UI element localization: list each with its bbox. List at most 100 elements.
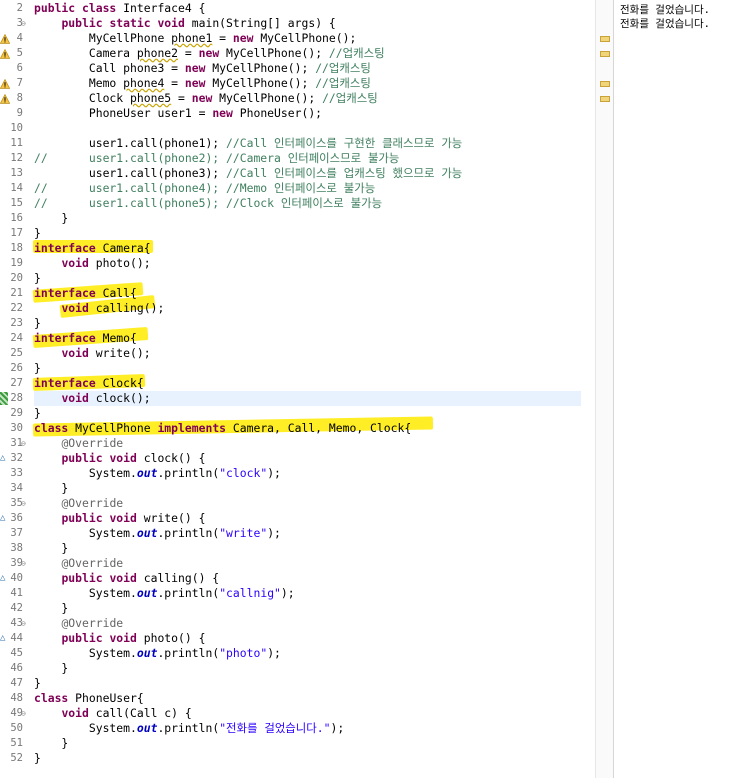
line-number: 9 bbox=[16, 107, 23, 119]
code-line[interactable]: public class Interface4 { bbox=[34, 1, 205, 16]
override-marker-icon[interactable]: △ bbox=[0, 631, 5, 646]
code-editor[interactable]: 2 3 ⊖ 4 5 6 7 8 9 10 11 12 13 14 15 16 17 18 19 20 21 22 23 24 2… bbox=[0, 0, 612, 778]
code-line[interactable]: public static void main(String[] args) { bbox=[34, 16, 335, 31]
code-line[interactable]: public void photo() { bbox=[34, 631, 205, 646]
line-number: 52 bbox=[10, 752, 23, 764]
code-line[interactable]: MyCellPhone phone1 = new MyCellPhone(); bbox=[34, 31, 356, 46]
line-number: 35 bbox=[10, 497, 23, 509]
line-number: 12 bbox=[10, 152, 23, 164]
line-number: 16 bbox=[10, 212, 23, 224]
code-line[interactable]: } bbox=[34, 406, 41, 421]
line-number: 42 bbox=[10, 602, 23, 614]
line-number: 38 bbox=[10, 542, 23, 554]
code-line[interactable]: void calling(); bbox=[34, 301, 164, 316]
code-line[interactable]: // user1.call(phone2); //Camera 인터페이스므로 … bbox=[34, 151, 399, 166]
code-line[interactable]: System.out.println("clock"); bbox=[34, 466, 281, 481]
code-line[interactable]: void call(Call c) { bbox=[34, 706, 191, 721]
line-number: 6 bbox=[16, 62, 23, 74]
line-number: 33 bbox=[10, 467, 23, 479]
code-line[interactable]: System.out.println("photo"); bbox=[34, 646, 281, 661]
warning-ruler-mark[interactable] bbox=[600, 51, 610, 57]
code-line[interactable]: Call phone3 = new MyCellPhone(); //업캐스팅 bbox=[34, 61, 371, 76]
line-number: 23 bbox=[10, 317, 23, 329]
code-line[interactable]: public void write() { bbox=[34, 511, 205, 526]
code-line[interactable]: interface Camera{ bbox=[34, 241, 151, 256]
line-number: 49 bbox=[10, 707, 23, 719]
console-output-line: 전화를 걸었습니다. bbox=[620, 18, 710, 30]
code-line[interactable]: } bbox=[34, 541, 68, 556]
fold-collapse-icon[interactable]: ⊖ bbox=[21, 16, 29, 31]
override-marker-icon[interactable]: △ bbox=[0, 571, 5, 586]
line-number: 41 bbox=[10, 587, 23, 599]
code-line[interactable]: void write(); bbox=[34, 346, 150, 361]
line-number: 27 bbox=[10, 377, 23, 389]
code-line[interactable]: } bbox=[34, 316, 41, 331]
code-line[interactable]: @Override bbox=[34, 556, 123, 571]
code-line[interactable]: System.out.println("write"); bbox=[34, 526, 281, 541]
code-line[interactable]: user1.call(phone1); //Call 인터페이스를 구현한 클래… bbox=[34, 136, 462, 151]
code-line[interactable]: interface Memo{ bbox=[34, 331, 137, 346]
code-line[interactable]: } bbox=[34, 211, 68, 226]
code-line[interactable]: @Override bbox=[34, 616, 123, 631]
code-line[interactable]: } bbox=[34, 361, 41, 376]
code-line[interactable]: interface Call{ bbox=[34, 286, 137, 301]
code-line[interactable]: void photo(); bbox=[34, 256, 150, 271]
code-line[interactable]: } bbox=[34, 271, 41, 286]
line-number: 2 bbox=[16, 2, 23, 14]
fold-collapse-icon[interactable]: ⊖ bbox=[21, 436, 29, 451]
warning-icon[interactable] bbox=[0, 94, 10, 104]
line-number: 45 bbox=[10, 647, 23, 659]
fold-collapse-icon[interactable]: ⊖ bbox=[21, 496, 29, 511]
line-number: 15 bbox=[10, 197, 23, 209]
code-line[interactable]: Memo phone4 = new MyCellPhone(); //업캐스팅 bbox=[34, 76, 371, 91]
code-line[interactable]: } bbox=[34, 226, 41, 241]
line-number-gutter: 2 3 ⊖ 4 5 6 7 8 9 10 11 12 13 14 15 16 17 18 19 20 21 22 23 24 2… bbox=[0, 0, 33, 778]
warning-ruler-mark[interactable] bbox=[600, 96, 610, 102]
override-marker-icon[interactable]: △ bbox=[0, 511, 5, 526]
code-line[interactable]: @Override bbox=[34, 436, 123, 451]
warning-ruler-mark[interactable] bbox=[600, 36, 610, 42]
code-line[interactable]: class PhoneUser{ bbox=[34, 691, 144, 706]
code-line[interactable]: } bbox=[34, 661, 68, 676]
code-line[interactable]: } bbox=[34, 736, 68, 751]
code-line[interactable]: } bbox=[34, 601, 68, 616]
console-view[interactable]: 전화를 걸었습니다. 전화를 걸었습니다. bbox=[613, 0, 729, 778]
code-line[interactable]: } bbox=[34, 676, 41, 691]
code-line[interactable]: // user1.call(phone4); //Memo 인터페이스로 불가능 bbox=[34, 181, 375, 196]
code-line[interactable]: interface Clock{ bbox=[34, 376, 144, 391]
fold-collapse-icon[interactable]: ⊖ bbox=[21, 706, 29, 721]
line-number: 50 bbox=[10, 722, 23, 734]
code-line[interactable]: user1.call(phone3); //Call 인터페이스를 업캐스팅 했… bbox=[34, 166, 462, 181]
code-line[interactable]: System.out.println("전화를 걸었습니다."); bbox=[34, 721, 344, 736]
line-number: 47 bbox=[10, 677, 23, 689]
line-number: 13 bbox=[10, 167, 23, 179]
fold-collapse-icon[interactable]: ⊖ bbox=[21, 556, 29, 571]
code-line[interactable]: class MyCellPhone implements Camera, Cal… bbox=[34, 421, 411, 436]
line-number: 20 bbox=[10, 272, 23, 284]
code-line[interactable]: } bbox=[34, 481, 68, 496]
warning-icon[interactable] bbox=[0, 79, 10, 89]
console-output-line: 전화를 걸었습니다. bbox=[620, 4, 710, 16]
line-number: 3 bbox=[16, 17, 23, 29]
warning-ruler-mark[interactable] bbox=[600, 81, 610, 87]
code-line[interactable]: void clock(); bbox=[34, 391, 150, 406]
line-number: 18 bbox=[10, 242, 23, 254]
line-number: 26 bbox=[10, 362, 23, 374]
code-line[interactable]: Clock phone5 = new MyCellPhone(); //업캐스팅 bbox=[34, 91, 378, 106]
fold-collapse-icon[interactable]: ⊖ bbox=[21, 616, 29, 631]
code-line[interactable]: public void clock() { bbox=[34, 451, 205, 466]
current-line-marker bbox=[0, 392, 8, 405]
code-line[interactable]: System.out.println("callnig"); bbox=[34, 586, 295, 601]
line-number: 24 bbox=[10, 332, 23, 344]
code-line[interactable]: Camera phone2 = new MyCellPhone(); //업캐스… bbox=[34, 46, 385, 61]
override-marker-icon[interactable]: △ bbox=[0, 451, 5, 466]
code-line[interactable]: @Override bbox=[34, 496, 123, 511]
code-line[interactable]: public void calling() { bbox=[34, 571, 219, 586]
warning-icon[interactable] bbox=[0, 49, 10, 59]
code-line[interactable]: // user1.call(phone5); //Clock 인터페이스로 불가… bbox=[34, 196, 382, 211]
code-line[interactable]: } bbox=[34, 751, 41, 766]
overview-ruler[interactable] bbox=[595, 0, 613, 778]
line-number: 10 bbox=[10, 122, 23, 134]
code-line[interactable]: PhoneUser user1 = new PhoneUser(); bbox=[34, 106, 322, 121]
warning-icon[interactable] bbox=[0, 34, 10, 44]
